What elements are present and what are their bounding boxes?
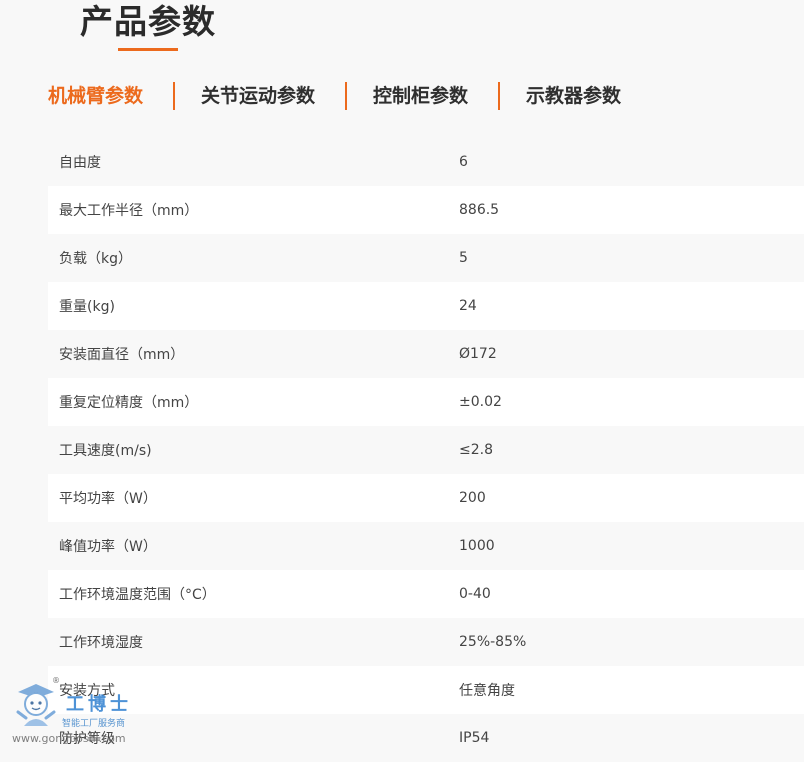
spec-label: 工作环境湿度	[59, 635, 143, 651]
spec-value: 6	[459, 154, 468, 170]
table-row: 重复定位精度（mm） ±0.02	[48, 378, 804, 426]
table-row: 防护等级 IP54	[48, 714, 804, 762]
spec-label: 安装方式	[59, 683, 115, 699]
tab-divider	[498, 82, 501, 110]
spec-label: 防护等级	[59, 731, 115, 747]
tab-divider	[345, 82, 348, 110]
table-row: 工具速度(m/s) ≤2.8	[48, 426, 804, 474]
table-row: 安装方式 任意角度	[48, 666, 804, 714]
spec-value: 任意角度	[459, 683, 515, 699]
tab-arm-params[interactable]: 机械臂参数	[48, 80, 143, 112]
spec-value: Ø172	[459, 346, 497, 362]
table-row: 安装面直径（mm） Ø172	[48, 330, 804, 378]
spec-value: 24	[459, 298, 477, 314]
spec-table: 自由度 6 最大工作半径（mm） 886.5 负载（kg） 5 重量(kg) 2…	[48, 138, 804, 762]
tab-joint-motion-params[interactable]: 关节运动参数	[201, 80, 315, 112]
table-row: 负载（kg） 5	[48, 234, 804, 282]
page-title: 产品参数	[80, 2, 216, 41]
spec-label: 重量(kg)	[59, 299, 115, 315]
spec-label: 峰值功率（W）	[59, 539, 157, 555]
spec-value: ≤2.8	[459, 442, 493, 458]
table-row: 平均功率（W） 200	[48, 474, 804, 522]
spec-value: 200	[459, 490, 486, 506]
spec-label: 负载（kg）	[59, 251, 132, 267]
spec-value: 886.5	[459, 202, 500, 218]
spec-label: 平均功率（W）	[59, 491, 157, 507]
section-header: 产品参数	[80, 0, 216, 54]
tab-teach-pendant-params[interactable]: 示教器参数	[526, 80, 621, 112]
spec-value: 25%-85%	[459, 634, 527, 650]
table-row: 工作环境湿度 25%-85%	[48, 618, 804, 666]
table-row: 工作环境温度范围（°C） 0-40	[48, 570, 804, 618]
spec-label: 自由度	[59, 155, 101, 171]
spec-value: ±0.02	[459, 394, 502, 410]
spec-label: 工具速度(m/s)	[59, 443, 152, 459]
tab-divider	[173, 82, 176, 110]
spec-label: 最大工作半径（mm）	[59, 203, 199, 219]
tab-bar: 机械臂参数 关节运动参数 控制柜参数 示教器参数	[48, 80, 621, 112]
table-row: 重量(kg) 24	[48, 282, 804, 330]
spec-value: 5	[459, 250, 468, 266]
spec-label: 重复定位精度（mm）	[59, 395, 199, 411]
spec-label: 工作环境温度范围（°C）	[59, 587, 216, 603]
table-row: 最大工作半径（mm） 886.5	[48, 186, 804, 234]
spec-label: 安装面直径（mm）	[59, 347, 185, 363]
table-row: 峰值功率（W） 1000	[48, 522, 804, 570]
spec-value: 1000	[459, 538, 495, 554]
tab-control-cabinet-params[interactable]: 控制柜参数	[373, 80, 468, 112]
spec-value: 0-40	[459, 586, 491, 602]
title-underline	[118, 48, 178, 51]
table-row: 自由度 6	[48, 138, 804, 186]
spec-value: IP54	[459, 730, 490, 746]
